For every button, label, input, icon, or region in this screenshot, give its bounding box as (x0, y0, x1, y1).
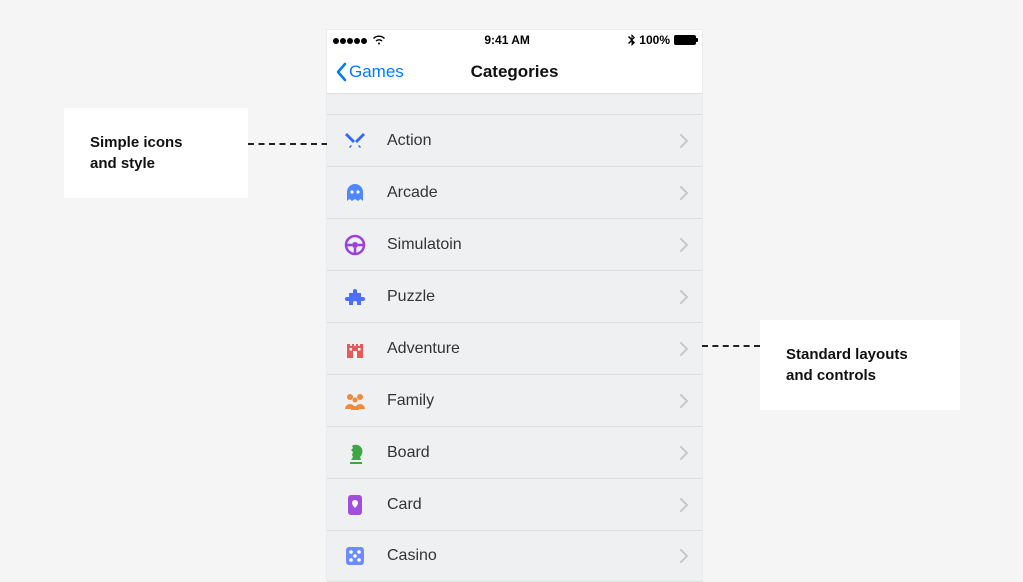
category-row-puzzle[interactable]: Puzzle (327, 270, 702, 322)
category-row-casino[interactable]: Casino (327, 530, 702, 582)
nav-bar: Games Categories (327, 50, 702, 94)
category-row-action[interactable]: Action (327, 114, 702, 166)
category-label: Action (387, 132, 680, 150)
chevron-right-icon (680, 549, 688, 563)
category-row-card[interactable]: Card (327, 478, 702, 530)
category-row-adventure[interactable]: Adventure (327, 322, 702, 374)
category-label: Adventure (387, 340, 680, 358)
category-label: Board (387, 444, 680, 462)
category-label: Puzzle (387, 288, 680, 306)
status-time: 9:41 AM (484, 33, 530, 47)
castle-icon (341, 335, 369, 363)
status-bar: 9:41 AM 100% (327, 30, 702, 50)
bluetooth-icon (628, 34, 635, 46)
category-label: Simulatoin (387, 236, 680, 254)
chevron-left-icon (335, 62, 347, 82)
annotation-text: Simple icons (90, 132, 222, 153)
signal-dots-icon (333, 33, 368, 47)
chevron-right-icon (680, 186, 688, 200)
chevron-right-icon (680, 134, 688, 148)
phone-screen: 9:41 AM 100% Games Categories Action (327, 30, 702, 582)
annotation-connector (702, 345, 760, 347)
wifi-icon (372, 35, 386, 45)
category-list: Action Arcade Simulatoin (327, 94, 702, 582)
chevron-right-icon (680, 446, 688, 460)
back-label: Games (349, 62, 404, 82)
annotation-text: Standard layouts (786, 344, 934, 365)
dice-icon (341, 542, 369, 570)
swords-icon (341, 127, 369, 155)
chess-knight-icon (341, 439, 369, 467)
annotation-text: and style (90, 153, 222, 174)
ghost-icon (341, 179, 369, 207)
annotation-standard-layouts: Standard layouts and controls (760, 320, 960, 410)
chevron-right-icon (680, 342, 688, 356)
card-icon (341, 491, 369, 519)
battery-percent: 100% (639, 33, 670, 47)
chevron-right-icon (680, 238, 688, 252)
category-row-simulation[interactable]: Simulatoin (327, 218, 702, 270)
status-right: 100% (628, 33, 696, 47)
category-label: Arcade (387, 184, 680, 202)
chevron-right-icon (680, 394, 688, 408)
category-label: Card (387, 496, 680, 514)
annotation-connector (248, 143, 338, 145)
category-row-arcade[interactable]: Arcade (327, 166, 702, 218)
category-label: Casino (387, 547, 680, 565)
people-icon (341, 387, 369, 415)
annotation-simple-icons: Simple icons and style (64, 108, 248, 198)
puzzle-icon (341, 283, 369, 311)
battery-icon (674, 35, 696, 45)
annotation-text: and controls (786, 365, 934, 386)
category-row-board[interactable]: Board (327, 426, 702, 478)
steering-wheel-icon (341, 231, 369, 259)
status-left (333, 33, 386, 47)
chevron-right-icon (680, 290, 688, 304)
back-button[interactable]: Games (335, 62, 404, 82)
category-row-family[interactable]: Family (327, 374, 702, 426)
category-label: Family (387, 392, 680, 410)
